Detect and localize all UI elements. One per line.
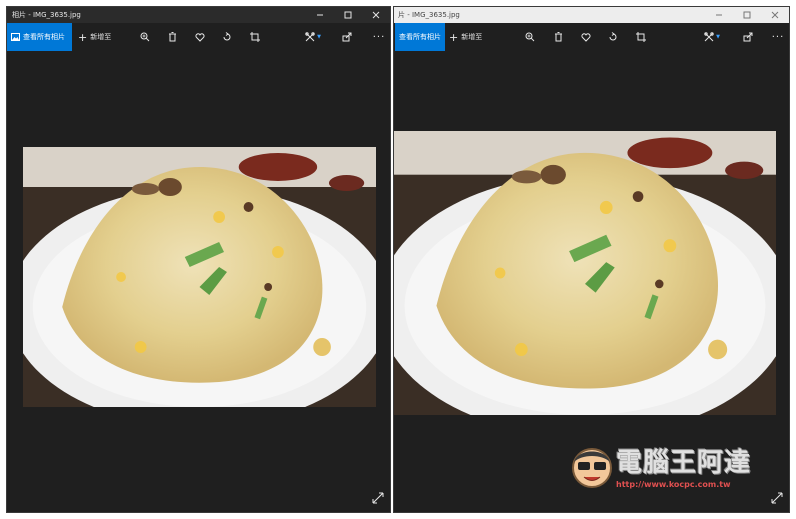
photos-window-left: 相片 - IMG_3635.jpg 查看所有相片 + 新增至 ▼ ··· — [6, 6, 391, 513]
watermark-url: http://www.kocpc.com.tw — [616, 480, 731, 489]
close-icon[interactable] — [362, 7, 390, 23]
window-title: 片 - IMG_3635.jpg — [398, 11, 460, 19]
toolbar: 查看所有相片 + 新增至 ▼ ··· — [394, 23, 789, 51]
see-all-photos-label: 查看所有相片 — [23, 33, 65, 41]
rotate-icon[interactable] — [603, 23, 623, 51]
window-controls — [306, 7, 390, 23]
mascot-face-icon — [572, 448, 612, 488]
zoom-in-icon[interactable] — [135, 23, 155, 51]
photos-window-right: 片 - IMG_3635.jpg 查看所有相片 + 新增至 ▼ ··· — [393, 6, 790, 513]
crop-icon[interactable] — [631, 23, 651, 51]
plus-icon: + — [449, 30, 459, 44]
heart-icon[interactable] — [190, 23, 210, 51]
chevron-down-icon: ▼ — [317, 34, 321, 40]
watermark-title: 電腦王阿達 — [616, 448, 752, 478]
window-controls — [705, 7, 789, 23]
image-viewer — [7, 51, 390, 512]
crop-icon[interactable] — [245, 23, 265, 51]
more-button[interactable]: ··· — [768, 23, 788, 51]
photo-image — [23, 147, 376, 407]
edit-icon[interactable]: ▼ — [299, 23, 327, 51]
toolbar: 查看所有相片 + 新增至 ▼ ··· — [7, 23, 390, 51]
rotate-icon[interactable] — [217, 23, 237, 51]
edit-icon[interactable]: ▼ — [698, 23, 726, 51]
watermark-logo: 電腦王阿達 http://www.kocpc.com.tw — [570, 440, 770, 500]
window-title: 相片 - IMG_3635.jpg — [12, 11, 81, 19]
more-button[interactable]: ··· — [369, 23, 389, 51]
title-bar[interactable]: 片 - IMG_3635.jpg — [394, 7, 789, 23]
chevron-down-icon: ▼ — [716, 34, 720, 40]
share-icon[interactable] — [738, 23, 758, 51]
heart-icon[interactable] — [576, 23, 596, 51]
zoom-in-icon[interactable] — [520, 23, 540, 51]
minimize-icon[interactable] — [705, 7, 733, 23]
add-to-label: 新增至 — [90, 33, 112, 41]
add-to-label: 新增至 — [461, 33, 483, 41]
trash-icon[interactable] — [548, 23, 568, 51]
see-all-photos-button[interactable]: 查看所有相片 — [7, 23, 72, 51]
title-bar[interactable]: 相片 - IMG_3635.jpg — [7, 7, 390, 23]
plus-icon: + — [78, 30, 88, 44]
maximize-icon[interactable] — [334, 7, 362, 23]
expand-icon[interactable] — [372, 492, 384, 504]
see-all-photos-button[interactable]: 查看所有相片 — [395, 23, 445, 51]
expand-icon[interactable] — [771, 492, 783, 504]
maximize-icon[interactable] — [733, 7, 761, 23]
add-to-button[interactable]: + 新增至 — [78, 23, 111, 51]
photos-icon — [11, 33, 20, 41]
trash-icon[interactable] — [162, 23, 182, 51]
photo-image — [394, 131, 776, 415]
minimize-icon[interactable] — [306, 7, 334, 23]
add-to-button[interactable]: + 新增至 — [449, 23, 482, 51]
share-icon[interactable] — [337, 23, 357, 51]
see-all-photos-label: 查看所有相片 — [399, 33, 441, 41]
close-icon[interactable] — [761, 7, 789, 23]
